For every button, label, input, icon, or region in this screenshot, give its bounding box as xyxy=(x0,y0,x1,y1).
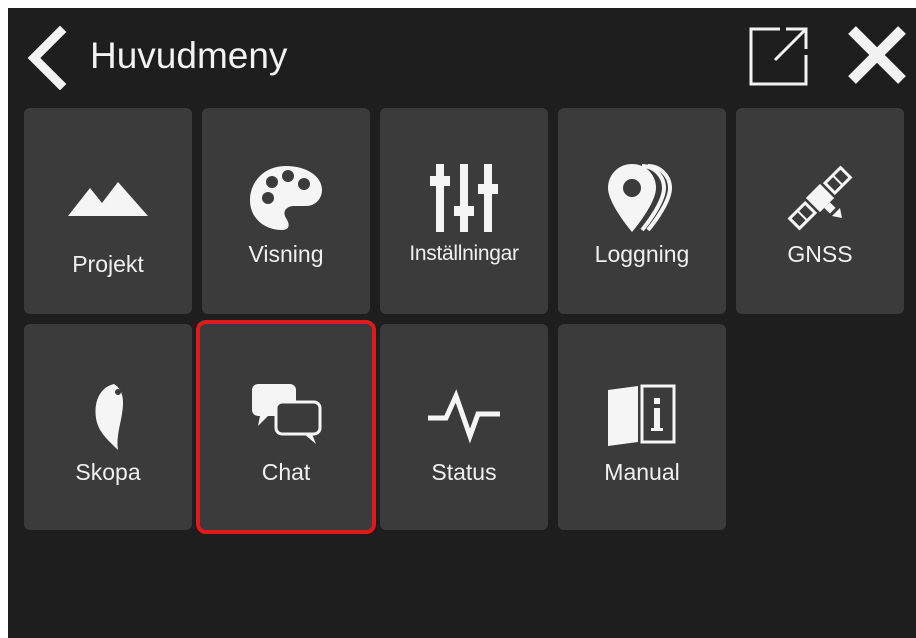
back-button[interactable] xyxy=(20,25,72,91)
tile-label: Manual xyxy=(604,459,680,485)
popout-button[interactable] xyxy=(746,22,812,88)
bucket-icon xyxy=(95,384,124,450)
palette-icon xyxy=(250,166,322,230)
close-button[interactable] xyxy=(844,22,910,88)
tile-status[interactable]: Status xyxy=(380,324,548,530)
tile-projekt[interactable]: Projekt xyxy=(24,108,192,314)
header-bar: Huvudmeny xyxy=(8,8,916,98)
tile-chat[interactable]: Chat xyxy=(196,320,376,534)
tile-label: Chat xyxy=(261,459,311,485)
sliders-icon xyxy=(430,164,498,232)
stacked-pins-icon xyxy=(608,164,673,232)
tile-manual[interactable]: Manual xyxy=(558,324,726,530)
tile-label: Status xyxy=(431,459,497,485)
close-icon xyxy=(848,26,906,84)
tile-label: Projekt xyxy=(72,251,144,277)
tile-visning[interactable]: Visning xyxy=(202,108,370,314)
tile-gnss[interactable]: GNSS xyxy=(736,108,904,314)
external-window-icon xyxy=(749,27,808,86)
tile-label: Skopa xyxy=(75,459,141,485)
tile-label: GNSS xyxy=(787,241,853,267)
tile-label: Loggning xyxy=(594,241,690,267)
tile-skopa[interactable]: Skopa xyxy=(24,324,192,530)
satellite-icon xyxy=(787,165,853,231)
tile-installningar[interactable]: Inställningar xyxy=(380,108,548,314)
tile-label: Visning xyxy=(248,241,324,267)
main-menu-screen: Huvudmeny Projekt Visning Inställningar … xyxy=(8,8,916,638)
chevron-left-icon xyxy=(27,25,67,91)
tile-label: Inställningar xyxy=(409,242,519,265)
manual-book-icon xyxy=(608,384,676,446)
chat-bubbles-icon xyxy=(252,384,322,444)
mountains-icon xyxy=(68,182,148,216)
page-title: Huvudmeny xyxy=(90,35,288,76)
pulse-icon xyxy=(428,389,500,444)
tile-loggning[interactable]: Loggning xyxy=(558,108,726,314)
